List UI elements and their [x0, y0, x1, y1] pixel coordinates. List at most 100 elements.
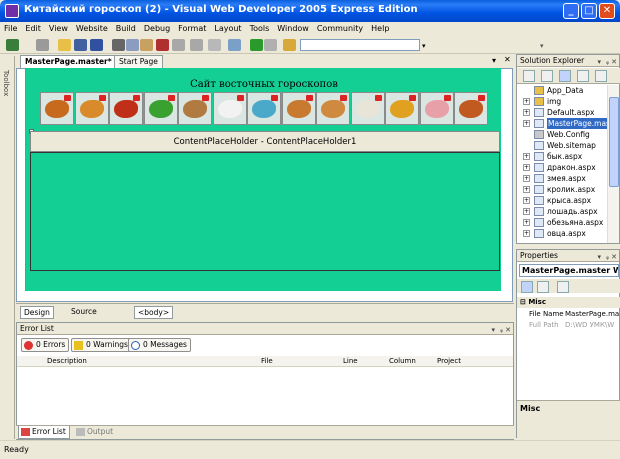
toolbox-label[interactable]: Toolbox — [2, 70, 10, 96]
tree-item[interactable]: + змея.aspx — [517, 173, 607, 184]
menu-tools[interactable]: Tools — [246, 22, 274, 36]
property-row-filename[interactable]: File Name MasterPage.ma — [517, 309, 620, 320]
panel-menu-icon[interactable]: ▾ — [491, 324, 495, 336]
tree-item[interactable]: Web.sitemap — [517, 140, 607, 151]
find-in-files-icon[interactable] — [283, 39, 296, 51]
tree-item[interactable]: + бык.aspx — [517, 151, 607, 162]
menu-community[interactable]: Community — [313, 22, 367, 36]
column-project[interactable]: Project — [437, 357, 461, 365]
property-pages-icon[interactable] — [557, 281, 569, 293]
cut-icon[interactable] — [112, 39, 125, 51]
tab-masterpage[interactable]: MasterPage.master* — [20, 55, 117, 68]
column-column[interactable]: Column — [389, 357, 416, 365]
source-view-button[interactable]: Source — [68, 306, 100, 319]
tree-item[interactable]: + овца.aspx — [517, 228, 607, 239]
pin-icon[interactable]: ᵩ — [606, 251, 609, 263]
warnings-filter-button[interactable]: 0 Warnings — [71, 338, 132, 352]
property-category[interactable]: ⊟ Misc — [517, 297, 620, 308]
tree-item[interactable]: + дракон.aspx — [517, 162, 607, 173]
view-code-icon[interactable] — [577, 70, 589, 82]
tab-menu-icon[interactable]: ▾ — [492, 56, 496, 65]
menu-window[interactable]: Window — [273, 22, 313, 36]
tree-item[interactable]: App_Data — [517, 85, 607, 96]
toolbox-strip[interactable]: Toolbox — [0, 56, 15, 439]
tree-item[interactable]: + обезьяна.aspx — [517, 217, 607, 228]
expand-icon[interactable]: + — [523, 186, 530, 193]
copy-icon[interactable] — [126, 39, 139, 51]
expand-icon[interactable]: + — [523, 153, 530, 160]
content-placeholder[interactable]: ContentPlaceHolder - ContentPlaceHolder1 — [30, 131, 500, 152]
paste-icon[interactable] — [140, 39, 153, 51]
tree-item[interactable]: + Default.aspx — [517, 107, 607, 118]
alphabetical-icon[interactable] — [537, 281, 549, 293]
content-frame[interactable] — [30, 152, 500, 271]
expand-icon[interactable]: + — [523, 197, 530, 204]
messages-filter-button[interactable]: 0 Messages — [128, 338, 191, 352]
tree-item[interactable]: + крыса.aspx — [517, 195, 607, 206]
open-folder-icon[interactable] — [58, 39, 71, 51]
pin-icon[interactable]: ᵩ — [606, 56, 609, 68]
new-project-icon[interactable] — [6, 39, 19, 51]
menu-help[interactable]: Help — [367, 22, 393, 36]
close-panel-icon[interactable]: ✕ — [505, 324, 511, 336]
step-icon[interactable] — [228, 39, 241, 51]
close-panel-icon[interactable]: ✕ — [611, 251, 617, 263]
tree-item[interactable]: + img — [517, 96, 607, 107]
menu-website[interactable]: Website — [72, 22, 112, 36]
pin-icon[interactable]: ᵩ — [500, 324, 503, 336]
close-panel-icon[interactable]: ✕ — [611, 56, 617, 68]
scrollbar-thumb[interactable] — [609, 97, 619, 187]
panel-menu-icon[interactable]: ▾ — [597, 56, 601, 68]
expand-icon[interactable]: + — [523, 175, 530, 182]
property-row-fullpath[interactable]: Full Path D:\WD УМК\W — [517, 320, 620, 331]
start-debug-icon[interactable] — [250, 39, 263, 51]
column-file[interactable]: File — [261, 357, 273, 365]
save-all-icon[interactable] — [90, 39, 103, 51]
tree-item[interactable]: + лошадь.aspx — [517, 206, 607, 217]
menu-debug[interactable]: Debug — [140, 22, 174, 36]
find-combobox[interactable] — [300, 39, 420, 51]
menu-edit[interactable]: Edit — [21, 22, 45, 36]
add-item-icon[interactable] — [36, 39, 49, 51]
expand-icon[interactable]: + — [523, 230, 530, 237]
errors-filter-button[interactable]: 0 Errors — [21, 338, 70, 352]
expand-icon[interactable]: + — [523, 219, 530, 226]
expand-icon[interactable]: + — [523, 98, 530, 105]
toolbar-options-icon[interactable]: ▾ — [422, 42, 426, 50]
nest-files-icon[interactable] — [559, 70, 571, 82]
expand-icon[interactable]: + — [523, 120, 530, 127]
tree-item[interactable]: + MasterPage.mas — [517, 118, 611, 129]
delete-icon[interactable] — [156, 39, 169, 51]
object-selector[interactable]: MasterPage.master W — [519, 264, 619, 277]
properties-icon[interactable] — [523, 70, 535, 82]
refresh-icon[interactable] — [541, 70, 553, 82]
expand-icon[interactable]: + — [523, 109, 530, 116]
column-line[interactable]: Line — [343, 357, 358, 365]
expand-icon[interactable]: + — [523, 208, 530, 215]
close-button[interactable]: ✕ — [599, 3, 615, 19]
redo-icon[interactable] — [190, 39, 203, 51]
tab-start-page[interactable]: Start Page — [114, 55, 163, 68]
expand-icon[interactable]: + — [523, 164, 530, 171]
column-description[interactable]: Description — [47, 357, 87, 365]
menu-view[interactable]: View — [45, 22, 72, 36]
panel-menu-icon[interactable]: ▾ — [597, 251, 601, 263]
tab-error-list[interactable]: Error List — [18, 426, 70, 439]
menu-build[interactable]: Build — [112, 22, 140, 36]
menu-file[interactable]: File — [0, 22, 21, 36]
view-designer-icon[interactable] — [595, 70, 607, 82]
solution-scrollbar[interactable] — [607, 85, 619, 243]
tab-output[interactable]: Output — [74, 426, 116, 439]
design-view-button[interactable]: Design — [20, 306, 54, 319]
tree-item[interactable]: + кролик.aspx — [517, 184, 607, 195]
master-page-body[interactable]: Сайт восточных гороскопов ContentPlaceHo… — [25, 68, 501, 291]
menu-format[interactable]: Format — [174, 22, 210, 36]
undo-icon[interactable] — [172, 39, 185, 51]
body-tag-button[interactable]: <body> — [134, 306, 174, 319]
browse-icon[interactable] — [264, 39, 277, 51]
maximize-button[interactable]: □ — [581, 3, 597, 19]
toolbar-overflow-icon[interactable]: ▾ — [540, 42, 544, 50]
minimize-button[interactable]: _ — [563, 3, 579, 19]
categorized-icon[interactable] — [521, 281, 533, 293]
menu-layout[interactable]: Layout — [210, 22, 245, 36]
